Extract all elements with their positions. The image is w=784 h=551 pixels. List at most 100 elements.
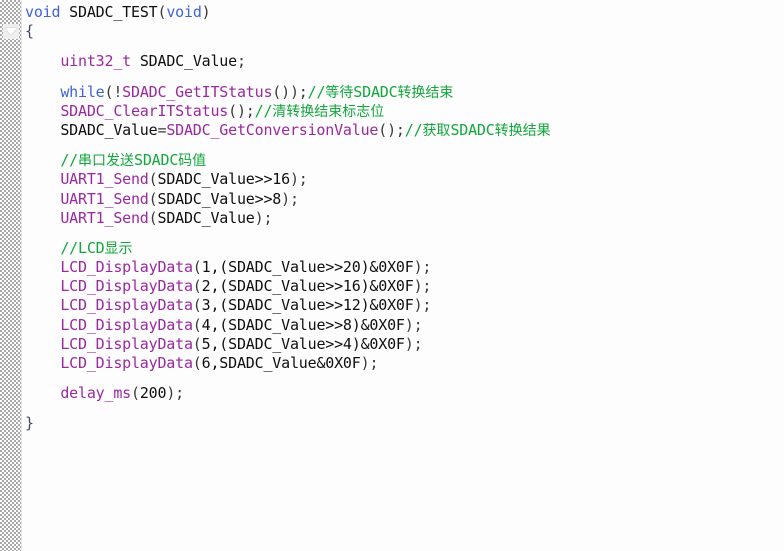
token-plain: SDADC_Value [60,120,158,139]
token-punct: (! [104,82,123,101]
token-keyword: while [60,82,105,101]
folding-gutter[interactable] [0,0,21,551]
token-punct: ( [192,354,202,372]
token-comment: 显示 [104,240,133,257]
code-line: LCD_DisplayData(3,(SDADC_Value>>12)&0X0F… [25,296,780,315]
token-punct: ); [254,208,273,227]
token-plain: SDADC_Value [139,52,237,71]
code-line: UART1_Send(SDADC_Value>>16); [25,170,780,189]
token-func: UART1_Send [60,170,149,189]
code-line: LCD_DisplayData(6,SDADC_Value&0X0F); [25,354,780,373]
token-brace: } [25,414,34,433]
token-punct: ) [201,3,211,21]
token-punct: ); [281,189,299,208]
token-plain: 5,(SDADC_Value>>4)&0X0F [201,334,405,353]
triangle-down-icon[interactable] [3,24,19,39]
token-comment: 获取 [422,122,451,139]
code-line: //LCD显示 [25,239,780,258]
token-func: UART1_Send [60,189,149,208]
code-text-area[interactable]: void SDADC_TEST(void){ uint32_t SDADC_Va… [25,3,780,548]
token-punct: ); [413,277,432,296]
token-punct: ; [236,52,246,71]
token-comment: 转换结束 [397,84,454,101]
token-type: uint32_t [60,52,131,71]
token-brace: { [25,22,34,41]
token-comment: // [307,82,326,101]
token-func: LCD_DisplayData [60,277,193,296]
token-comment: 转换结果 [494,122,551,139]
token-func: SDADC_GetConversionValue [166,120,379,139]
token-comment: SDADC [450,120,495,139]
token-punct: ); [404,315,423,334]
token-plain: 2,(SDADC_Value>>16)&0X0F [201,277,414,296]
code-line: delay_ms(200); [25,384,780,403]
token-punct: ); [289,170,308,189]
code-line: LCD_DisplayData(2,(SDADC_Value>>16)&0X0F… [25,277,780,296]
code-line: SDADC_ClearITStatus();//清转换结束标志位 [25,102,780,121]
token-keyword: void [166,3,202,21]
token-func: SDADC_GetITStatus [122,82,273,101]
token-punct: (); [378,120,405,139]
token-plain: 3,(SDADC_Value>>12)&0X0F [201,296,414,315]
token-punct: ( [192,315,202,334]
code-editor-window: void SDADC_TEST(void){ uint32_t SDADC_Va… [0,0,784,551]
token-punct: ( [157,3,167,21]
token-comment: //LCD [60,238,105,257]
code-line: UART1_Send(SDADC_Value); [25,209,780,228]
token-punct: ( [130,384,140,403]
token-func: LCD_DisplayData [60,296,193,315]
token-punct: ( [192,296,202,315]
token-func: LCD_DisplayData [60,354,193,372]
code-line: LCD_DisplayData(4,(SDADC_Value>>8)&0X0F)… [25,316,780,335]
code-line: //串口发送SDADC码值 [25,151,780,170]
token-plain: SDADC_Value>>8 [157,189,282,208]
token-func: delay_ms [60,384,131,403]
token-punct: ( [192,258,202,277]
token-punct: ( [192,277,202,296]
code-line: LCD_DisplayData(1,(SDADC_Value>>20)&0X0F… [25,258,780,277]
token-func: SDADC_ClearITStatus [60,101,229,120]
token-plain: 1,(SDADC_Value>>20)&0X0F [201,258,414,277]
token-plain: SDADC_Value>>16 [157,170,290,189]
token-comment: SDADC [134,151,179,170]
token-func: LCD_DisplayData [60,334,193,353]
token-comment: // [254,101,273,120]
token-keyword: void [25,3,61,21]
token-punct: = [157,120,167,139]
code-line: void SDADC_TEST(void) [25,3,780,22]
token-comment: 串口发送 [78,153,134,170]
token-comment: 码值 [178,153,207,170]
token-comment: SDADC [353,82,398,101]
token-comment: // [404,120,423,139]
token-comment: 清转换结束标志位 [272,103,385,120]
token-punct: ); [360,354,379,372]
token-punct: ()); [272,82,308,101]
token-func: LCD_DisplayData [60,315,193,334]
token-plain: 4,(SDADC_Value>>8)&0X0F [201,315,405,334]
token-func: UART1_Send [60,208,149,227]
token-punct: ); [413,296,432,315]
token-plain: SDADC_TEST [69,3,158,21]
